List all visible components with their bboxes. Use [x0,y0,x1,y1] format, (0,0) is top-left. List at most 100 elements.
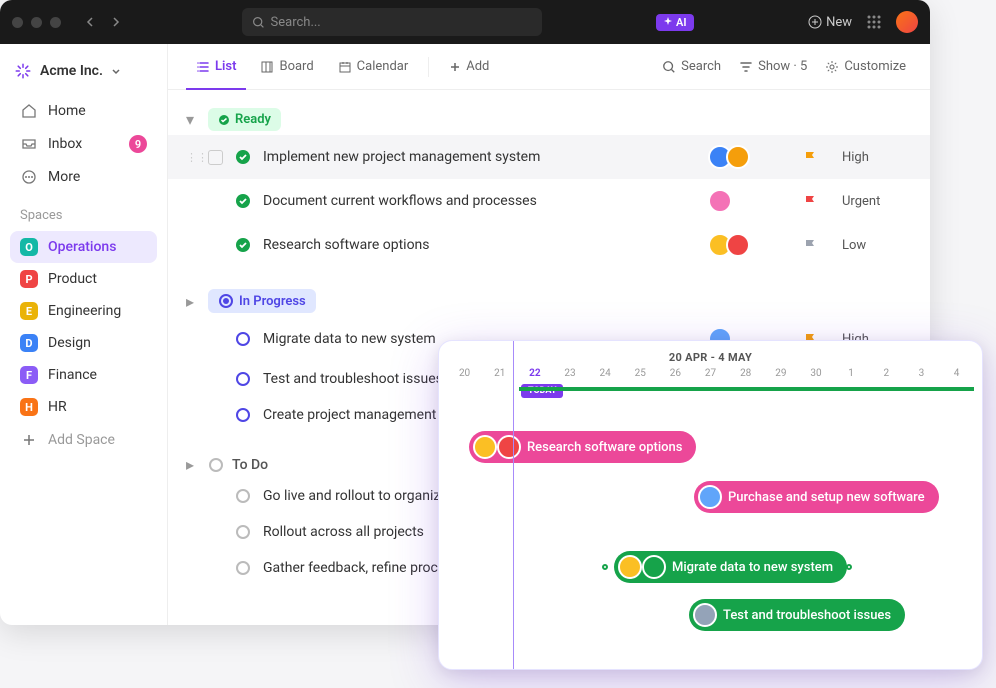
timeline-range: 20 APR - 4 MAY [439,341,982,368]
chevron-down-icon[interactable]: ▾ [186,110,200,129]
status-ring-icon [208,457,224,473]
resize-handle-left[interactable] [602,564,608,570]
task-row[interactable]: Research software options Low [168,223,930,267]
status-ring-icon [235,371,251,387]
titlebar: Search... AI New [0,0,930,44]
status-ring-icon [235,524,251,540]
priority-flag[interactable] [790,194,830,208]
chevron-down-icon [111,66,121,76]
maximize-light[interactable] [50,17,61,28]
space-label: Design [48,335,91,351]
timeline-task-bar[interactable]: Research software options [469,431,696,463]
search-icon [252,16,265,29]
user-avatar[interactable] [896,11,918,33]
sidebar: Acme Inc. Home Inbox 9 More Spaces OOper… [0,44,168,625]
assignee-avatar[interactable] [708,189,732,213]
timeline-task-bar[interactable]: Purchase and setup new software [694,481,939,513]
space-item-engineering[interactable]: EEngineering [10,295,157,327]
timeline-date[interactable]: 23 [552,368,587,385]
task-row[interactable]: ⋮⋮Implement new project management syste… [168,135,930,179]
chevron-right-icon[interactable]: ▸ [186,292,200,311]
nav-forward-button[interactable] [105,11,127,33]
timeline-date[interactable]: 4 [939,368,974,385]
space-item-hr[interactable]: HHR [10,391,157,423]
timeline-date[interactable]: 21 [482,368,517,385]
timeline-date[interactable]: 25 [623,368,658,385]
space-item-operations[interactable]: OOperations [10,231,157,263]
view-tab-list[interactable]: List [186,53,246,80]
nav-back-button[interactable] [79,11,101,33]
view-tab-calendar[interactable]: Calendar [328,53,419,80]
status-ring-icon [235,331,251,347]
timeline-date[interactable]: 28 [728,368,763,385]
window-controls[interactable] [12,17,61,28]
timeline-date-header: TODAY 20212223242526272829301234 [439,368,982,385]
timeline-date[interactable]: 22 [517,368,552,385]
toolbar-search-button[interactable]: Search [656,55,727,78]
chevron-right-icon[interactable]: ▸ [186,455,200,474]
workspace-logo-icon [14,62,32,80]
space-label: Engineering [48,303,121,319]
space-item-product[interactable]: PProduct [10,263,157,295]
workspace-switcher[interactable]: Acme Inc. [10,58,157,94]
timeline-date[interactable]: 3 [904,368,939,385]
add-space-button[interactable]: Add Space [10,425,157,455]
space-icon: F [20,366,38,384]
priority-flag[interactable] [790,150,830,164]
resize-handle-right[interactable] [846,564,852,570]
space-item-design[interactable]: DDesign [10,327,157,359]
drag-handle-icon[interactable]: ⋮⋮ [186,151,196,164]
toolbar-customize-button[interactable]: Customize [819,55,912,78]
status-pill[interactable]: Ready [208,108,281,131]
timeline-date[interactable]: 27 [693,368,728,385]
inbox-icon [20,136,38,152]
ai-button[interactable]: AI [656,14,694,31]
assignee-avatar [497,435,521,459]
new-button[interactable]: New [808,15,852,30]
timeline-task-title: Test and troubleshoot issues [723,608,891,623]
assignee-avatar[interactable] [726,145,750,169]
nav-more[interactable]: More [10,162,157,192]
timeline-date[interactable]: 26 [658,368,693,385]
assignee-avatar [618,555,642,579]
timeline-task-bar[interactable]: Test and troubleshoot issues [689,599,905,631]
gear-icon [825,60,839,74]
space-item-finance[interactable]: FFinance [10,359,157,391]
timeline-date[interactable]: 29 [763,368,798,385]
timeline-date[interactable]: 24 [588,368,623,385]
list-icon [196,60,210,74]
view-tab-board[interactable]: Board [250,53,323,80]
toolbar-show-button[interactable]: Show · 5 [733,55,813,78]
status-pill[interactable]: In Progress [208,289,316,313]
priority-label: Low [842,238,912,253]
timeline-date[interactable]: 1 [834,368,869,385]
timeline-date[interactable]: 20 [447,368,482,385]
apps-grid-icon[interactable] [866,14,882,30]
group-header[interactable]: ▸ In Progress [168,285,930,317]
flag-icon [803,238,817,252]
global-search-input[interactable]: Search... [242,8,542,36]
assignee-avatar [698,485,722,509]
assignee-avatar [473,435,497,459]
assignee-avatar[interactable] [726,233,750,257]
flag-icon [803,194,817,208]
space-label: HR [48,399,67,415]
nav-home[interactable]: Home [10,96,157,126]
status-ring-icon [235,560,251,576]
priority-label: High [842,150,912,165]
sparkle-icon [663,17,673,27]
task-row[interactable]: Document current workflows and processes… [168,179,930,223]
priority-flag[interactable] [790,238,830,252]
add-view-button[interactable]: Add [439,53,499,80]
nav-inbox[interactable]: Inbox 9 [10,128,157,160]
group-header[interactable]: ▾ Ready [168,104,930,135]
timeline-date[interactable]: 30 [798,368,833,385]
minimize-light[interactable] [31,17,42,28]
timeline-task-title: Purchase and setup new software [728,490,925,505]
timeline-task-bar[interactable]: Migrate data to new system [614,551,847,583]
task-title: Research software options [263,237,696,253]
timeline-date[interactable]: 2 [869,368,904,385]
close-light[interactable] [12,17,23,28]
priority-label: Urgent [842,194,912,209]
task-checkbox[interactable] [208,150,223,165]
